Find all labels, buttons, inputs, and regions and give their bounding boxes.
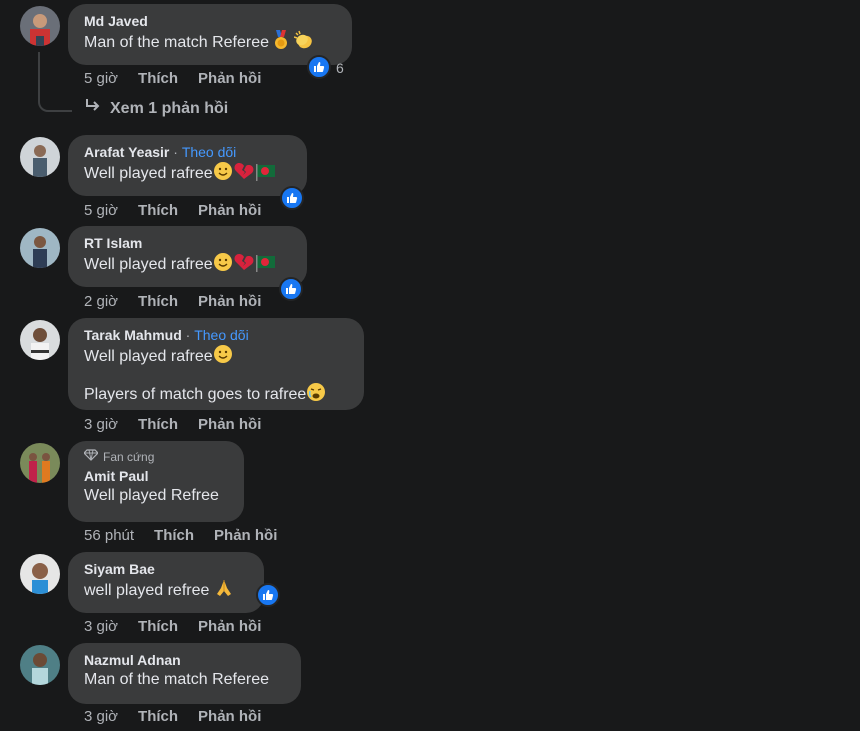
author-name[interactable]: Arafat Yeasir bbox=[84, 144, 169, 160]
avatar[interactable] bbox=[20, 228, 60, 268]
comment-text: Man of the match Referee bbox=[84, 669, 285, 691]
comment-bubble: Md Javed Man of the match Referee bbox=[68, 4, 352, 65]
comment-text: Well played rafree bbox=[84, 252, 291, 279]
like-button[interactable]: Thích bbox=[138, 708, 178, 725]
avatar[interactable] bbox=[20, 645, 60, 685]
avatar[interactable] bbox=[20, 554, 60, 594]
like-button[interactable]: Thích bbox=[138, 293, 178, 310]
comment-line: Well played rafree bbox=[84, 256, 213, 273]
timestamp[interactable]: 56 phút bbox=[84, 527, 134, 544]
follow-button[interactable]: Theo dõi bbox=[194, 327, 248, 343]
author-name[interactable]: RT Islam bbox=[84, 234, 291, 252]
comment-line: Man of the match Referee bbox=[84, 34, 269, 51]
like-reaction-icon[interactable] bbox=[307, 55, 331, 79]
top-fan-badge[interactable]: Fan cứng bbox=[83, 449, 228, 465]
avatar[interactable] bbox=[20, 6, 60, 46]
broken-heart-icon bbox=[233, 161, 255, 188]
author-row: Tarak Mahmud · Theo dõi bbox=[84, 326, 348, 344]
like-reaction-icon[interactable] bbox=[256, 583, 280, 607]
comment-bubble: Siyam Bae well played refree bbox=[68, 552, 264, 613]
author-name[interactable]: Tarak Mahmud bbox=[84, 327, 182, 343]
reply-button[interactable]: Phản hồi bbox=[198, 293, 261, 310]
reply-button[interactable]: Phản hồi bbox=[198, 416, 261, 433]
tired-face-icon bbox=[306, 382, 326, 409]
comment-line: well played refree bbox=[84, 582, 210, 599]
folded-hands-icon bbox=[214, 578, 234, 605]
separator: · bbox=[185, 327, 191, 343]
comment-actions: 2 giờ Thích Phản hồi bbox=[84, 293, 281, 311]
bangladesh-flag-icon bbox=[255, 254, 277, 279]
smiling-face-icon bbox=[213, 161, 233, 188]
comment-text-line-2: Players of match goes to rafree bbox=[84, 382, 348, 409]
like-button[interactable]: Thích bbox=[154, 527, 194, 544]
comment-actions: 3 giờ Thích Phản hồi bbox=[84, 416, 281, 434]
timestamp[interactable]: 2 giờ bbox=[84, 293, 118, 310]
comment-text: well played refree bbox=[84, 578, 248, 605]
thread-line bbox=[38, 52, 72, 112]
separator: · bbox=[173, 144, 178, 160]
timestamp[interactable]: 5 giờ bbox=[84, 202, 118, 219]
comment-line: Well played rafree bbox=[84, 348, 213, 365]
reply-button[interactable]: Phản hồi bbox=[198, 70, 261, 87]
comment-text: Well played rafree bbox=[84, 161, 291, 188]
comment-actions: 3 giờ Thích Phản hồi bbox=[84, 618, 281, 636]
reaction-count[interactable]: 6 bbox=[336, 60, 344, 76]
bangladesh-flag-icon bbox=[255, 163, 277, 188]
comment-bubble: RT Islam Well played rafree bbox=[68, 226, 307, 287]
like-button[interactable]: Thích bbox=[138, 416, 178, 433]
author-name[interactable]: Nazmul Adnan bbox=[84, 651, 285, 669]
avatar[interactable] bbox=[20, 320, 60, 360]
comment-bubble: Arafat Yeasir · Theo dõi Well played raf… bbox=[68, 135, 307, 196]
view-replies-label: Xem 1 phản hồi bbox=[110, 99, 229, 117]
reply-button[interactable]: Phản hồi bbox=[214, 527, 277, 544]
like-reaction-icon[interactable] bbox=[280, 186, 304, 210]
author-name[interactable]: Md Javed bbox=[84, 12, 336, 30]
reply-arrow-icon bbox=[84, 98, 102, 119]
like-reaction-icon[interactable] bbox=[279, 277, 303, 301]
comment-actions: 3 giờ Thích Phản hồi bbox=[84, 708, 281, 726]
like-button[interactable]: Thích bbox=[138, 70, 178, 87]
reply-button[interactable]: Phản hồi bbox=[198, 618, 261, 635]
diamond-icon bbox=[83, 449, 99, 465]
timestamp[interactable]: 3 giờ bbox=[84, 416, 118, 433]
avatar[interactable] bbox=[20, 443, 60, 483]
smiling-face-icon bbox=[213, 252, 233, 279]
smiling-face-icon bbox=[213, 344, 233, 371]
clapping-hands-icon bbox=[293, 30, 314, 57]
comment-text: Well played rafree bbox=[84, 344, 348, 371]
view-replies-link[interactable]: Xem 1 phản hồi bbox=[84, 98, 228, 119]
comment-line: Man of the match Referee bbox=[84, 671, 269, 688]
timestamp[interactable]: 3 giờ bbox=[84, 708, 118, 725]
like-button[interactable]: Thích bbox=[138, 618, 178, 635]
comment-actions: 5 giờ Thích Phản hồi bbox=[84, 202, 281, 220]
follow-button[interactable]: Theo dõi bbox=[182, 144, 236, 160]
reply-button[interactable]: Phản hồi bbox=[198, 202, 261, 219]
comment-line: Well played rafree bbox=[84, 165, 213, 182]
comment-actions: 56 phút Thích Phản hồi bbox=[84, 527, 297, 545]
author-name[interactable]: Siyam Bae bbox=[84, 560, 248, 578]
comment-bubble: Fan cứng Amit Paul Well played Refree bbox=[68, 441, 244, 522]
timestamp[interactable]: 3 giờ bbox=[84, 618, 118, 635]
timestamp[interactable]: 5 giờ bbox=[84, 70, 118, 87]
author-name[interactable]: Amit Paul bbox=[84, 467, 228, 485]
comment-line: Players of match goes to rafree bbox=[84, 386, 307, 403]
broken-heart-icon bbox=[233, 252, 255, 279]
comment-actions: 5 giờ Thích Phản hồi bbox=[84, 70, 281, 88]
comment-bubble: Nazmul Adnan Man of the match Referee bbox=[68, 643, 301, 704]
medal-icon bbox=[273, 30, 289, 57]
comment-text: Man of the match Referee bbox=[84, 30, 336, 57]
avatar[interactable] bbox=[20, 137, 60, 177]
badge-label: Fan cứng bbox=[103, 450, 155, 464]
comment-line: Well played Refree bbox=[84, 487, 219, 504]
like-button[interactable]: Thích bbox=[138, 202, 178, 219]
comment-bubble: Tarak Mahmud · Theo dõi Well played rafr… bbox=[68, 318, 364, 410]
reply-button[interactable]: Phản hồi bbox=[198, 708, 261, 725]
comment-text: Well played Refree bbox=[84, 485, 228, 507]
author-row: Arafat Yeasir · Theo dõi bbox=[84, 143, 291, 161]
